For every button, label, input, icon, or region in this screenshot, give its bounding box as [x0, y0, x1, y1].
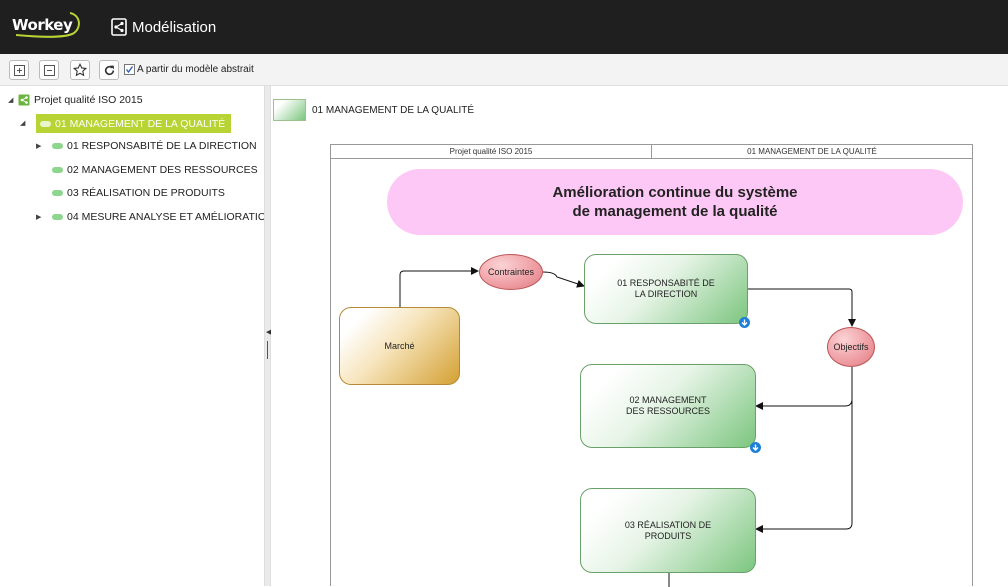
plus-square-icon	[13, 64, 25, 76]
node-label-line: DES RESSOURCES	[625, 406, 711, 416]
process-pill-icon	[52, 143, 63, 149]
node-label: Marché	[384, 341, 415, 351]
tree-panel: ◢ Projet qualité ISO 2015 ◢ 01 MANAGEMEN…	[0, 86, 274, 586]
tree-item-label: Projet qualité ISO 2015	[34, 94, 143, 106]
collapse-triangle-icon[interactable]: ◢	[8, 96, 18, 104]
connector-contraintes-p01	[542, 271, 585, 288]
drill-down-icon[interactable]	[739, 317, 750, 328]
node-label-line: 01 RESPONSABITÉ DE	[617, 278, 715, 288]
node-p02[interactable]: 02 MANAGEMENT DES RESSOURCES	[580, 364, 756, 448]
workey-logo[interactable]: Workey	[8, 9, 88, 39]
tree-item-child[interactable]: 02 MANAGEMENT DES RESSOURCES	[52, 161, 258, 179]
node-p01[interactable]: 01 RESPONSABITÉ DE LA DIRECTION	[584, 254, 748, 324]
checkmark-icon	[125, 66, 134, 74]
node-label-line: 03 RÉALISATION DE	[624, 519, 712, 530]
process-pill-icon	[52, 214, 63, 220]
node-label: Contraintes	[487, 267, 535, 277]
star-icon	[73, 63, 87, 77]
diagram-canvas: 01 MANAGEMENT DE LA QUALITÉ Projet quali…	[271, 86, 1008, 587]
node-marche[interactable]: Marché	[339, 307, 460, 385]
diagram-frame: Projet qualité ISO 2015 01 MANAGEMENT DE…	[330, 144, 973, 587]
node-label: Objectifs	[833, 342, 869, 352]
node-label-line: 02 MANAGEMENT	[629, 395, 707, 405]
expand-triangle-icon[interactable]: ▶	[36, 213, 46, 221]
legend-label: 01 MANAGEMENT DE LA QUALITÉ	[312, 105, 475, 116]
tree-item-child[interactable]: ▶ 04 MESURE ANALYSE ET AMÉLIORATION	[36, 208, 274, 226]
node-label-line: LA DIRECTION	[634, 289, 698, 299]
tree-item-label: 02 MANAGEMENT DES RESSOURCES	[67, 164, 258, 176]
tree-item-label: 03 RÉALISATION DE PRODUITS	[67, 187, 225, 199]
node-objectifs[interactable]: Objectifs	[827, 327, 875, 367]
connector-objectifs-p02	[755, 367, 853, 410]
connector-objectifs-p03	[755, 367, 853, 533]
tree-item-child[interactable]: ▶ 01 RESPONSABITÉ DE LA DIRECTION	[36, 137, 257, 155]
node-label-line: PRODUITS	[644, 530, 692, 541]
arrow-down-icon	[741, 319, 748, 326]
tree-item-selected[interactable]: 01 MANAGEMENT DE LA QUALITÉ	[36, 114, 232, 133]
node-p03[interactable]: 03 RÉALISATION DE PRODUITS	[580, 488, 756, 573]
logo-text: Workey	[12, 16, 73, 34]
project-icon	[18, 94, 30, 106]
toolbar: A partir du modèle abstrait	[0, 54, 1008, 86]
tree-item-child[interactable]: 03 RÉALISATION DE PRODUITS	[52, 184, 225, 202]
connector-marche-contraintes	[399, 267, 479, 307]
top-bar: Workey Modélisation	[0, 0, 1008, 54]
tree-item-root[interactable]: ◢ Projet qualité ISO 2015	[8, 91, 143, 109]
collapse-all-button[interactable]	[39, 60, 59, 80]
process-pill-icon	[52, 167, 63, 173]
page-title: Modélisation	[132, 19, 217, 36]
connector-p01-objectifs	[748, 288, 856, 327]
splitter-grip[interactable]	[267, 341, 268, 359]
abstract-model-label: A partir du modèle abstrait	[137, 64, 254, 75]
tree-item-label: 01 MANAGEMENT DE LA QUALITÉ	[55, 117, 226, 130]
legend-swatch	[273, 99, 306, 121]
expand-all-button[interactable]	[9, 60, 29, 80]
minus-square-icon	[43, 64, 55, 76]
refresh-icon	[104, 65, 114, 75]
drill-down-icon[interactable]	[750, 442, 761, 453]
diagram-page-icon	[111, 18, 127, 36]
tree-item-label: 01 RESPONSABITÉ DE LA DIRECTION	[67, 140, 257, 152]
process-pill-icon	[40, 120, 51, 127]
favorite-button[interactable]	[70, 60, 90, 80]
node-contraintes[interactable]: Contraintes	[479, 254, 543, 290]
tree-item-label: 04 MESURE ANALYSE ET AMÉLIORATION	[67, 211, 274, 223]
expand-triangle-icon[interactable]: ▶	[36, 142, 46, 150]
collapse-triangle-icon[interactable]: ◢	[20, 119, 30, 127]
arrow-down-icon	[752, 444, 759, 451]
panel-splitter[interactable]: ◀	[264, 86, 271, 586]
refresh-button[interactable]	[99, 60, 119, 80]
abstract-model-checkbox[interactable]	[124, 64, 135, 75]
process-pill-icon	[52, 190, 63, 196]
